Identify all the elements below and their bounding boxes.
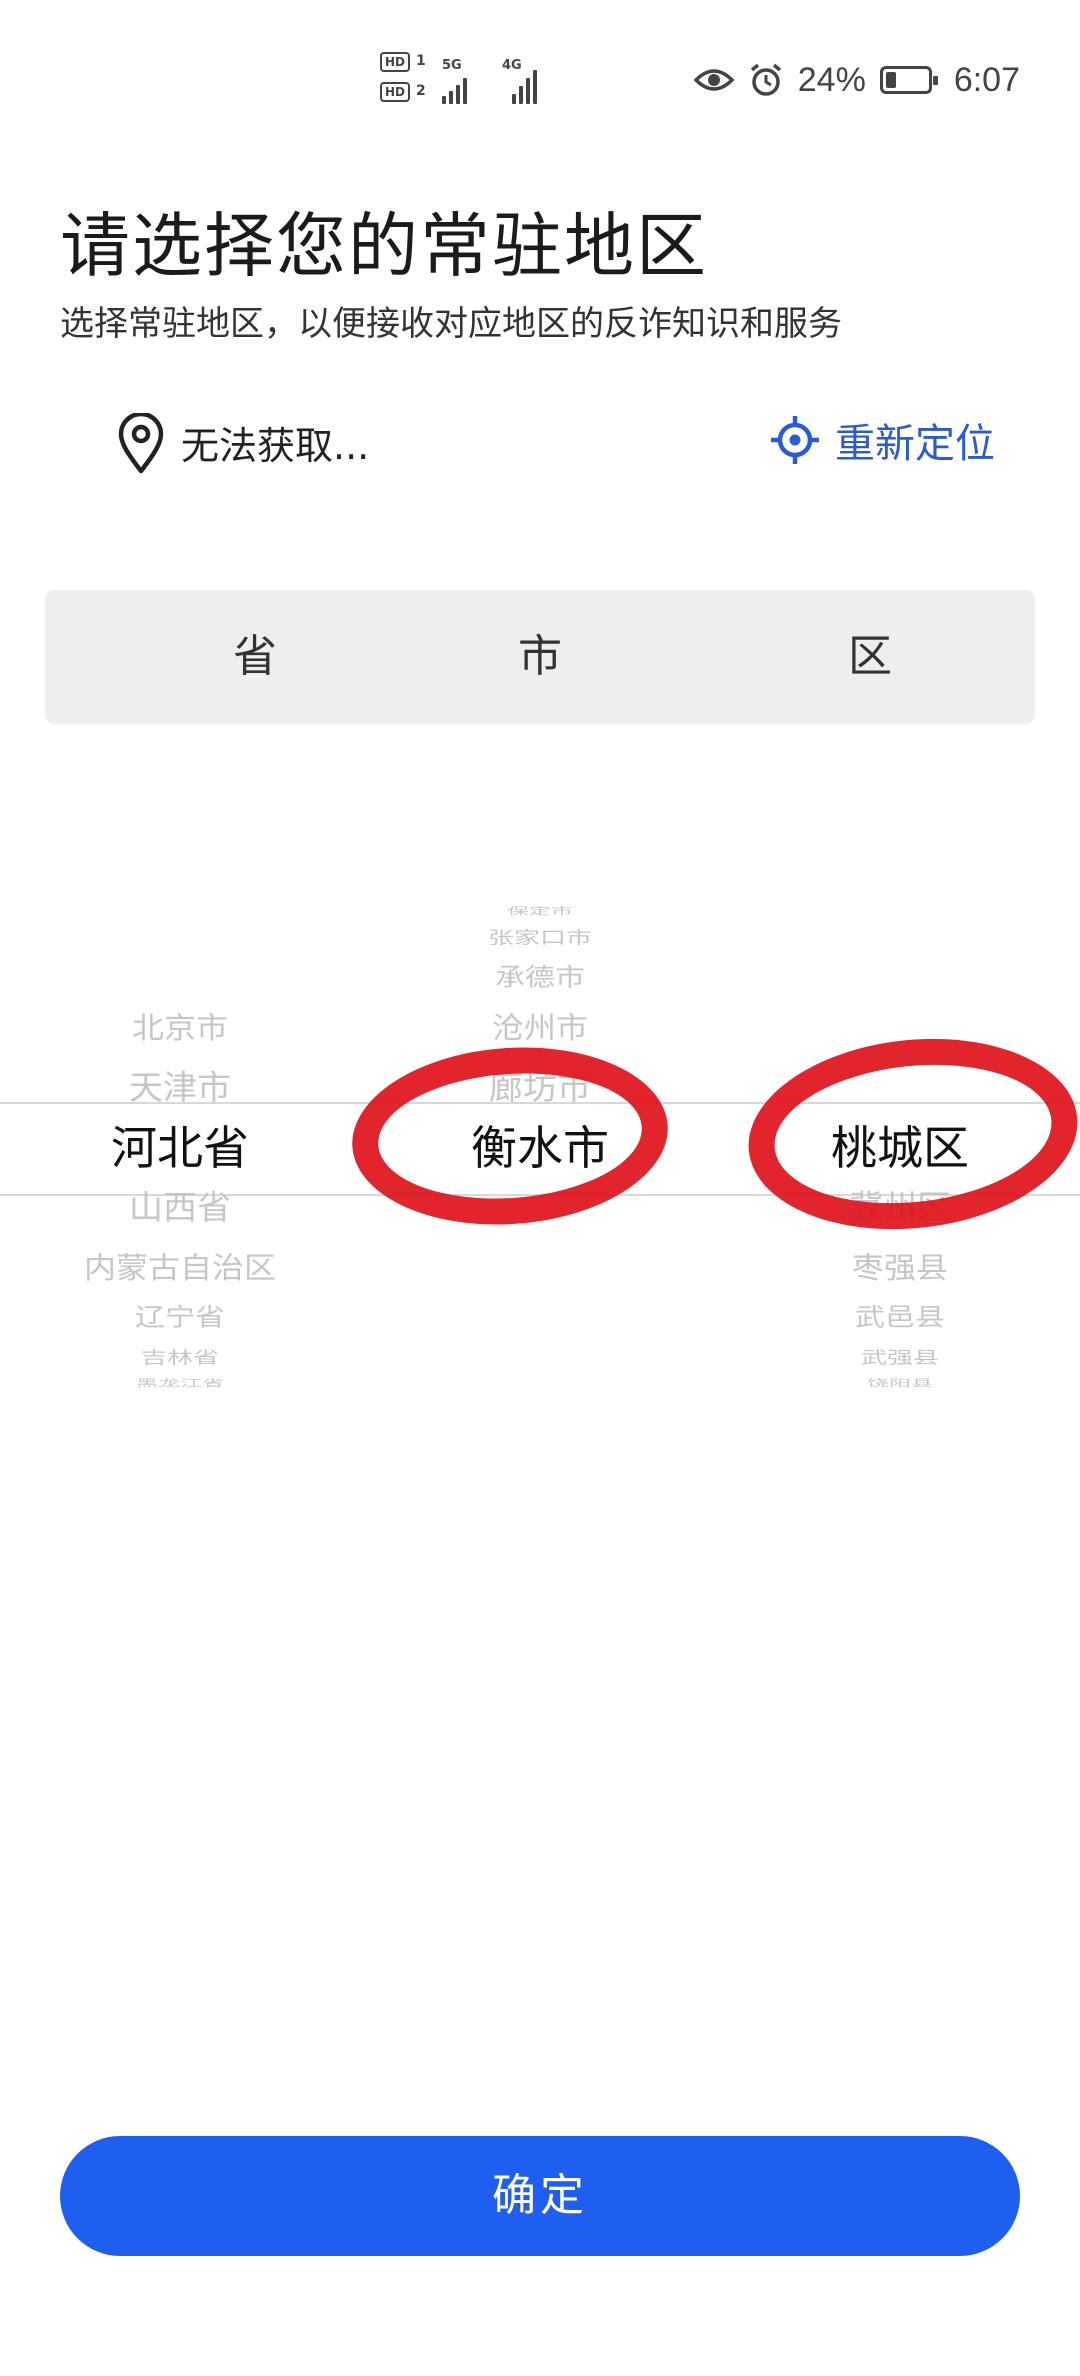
- city-item[interactable]: 承德市: [360, 965, 720, 991]
- sim2-hd-badge: HD: [380, 82, 410, 102]
- province-item[interactable]: 辽宁省: [0, 1305, 360, 1331]
- location-pin-icon: [118, 413, 164, 474]
- district-item[interactable]: 枣强县: [720, 1253, 1080, 1282]
- province-item[interactable]: 黑龙江省: [0, 1379, 360, 1389]
- location-status: 无法获取...: [181, 424, 370, 468]
- relocate-button[interactable]: 重新定位: [769, 405, 995, 475]
- province-item[interactable]: 北京市: [0, 1013, 360, 1042]
- province-wheel[interactable]: 河北省 北京市天津市山西省内蒙古自治区 辽宁省吉林省黑龙江省: [0, 790, 360, 1500]
- sim-status: HD 1 HD 2 5G 4G: [380, 52, 560, 108]
- clock: 6:07: [953, 60, 1020, 99]
- district-item[interactable]: 武邑县: [720, 1305, 1080, 1331]
- signal1-icon: [442, 78, 467, 104]
- city-item[interactable]: 保定市: [360, 907, 720, 917]
- page-title: 请选择您的常驻地区: [60, 205, 708, 287]
- alarm-icon: [750, 63, 781, 96]
- battery-icon: [879, 66, 938, 94]
- district-item[interactable]: 饶阳县: [720, 1379, 1080, 1389]
- picker-header: 省 市 区: [45, 590, 1035, 724]
- page-subtitle: 选择常驻地区，以便接收对应地区的反诈知识和服务: [60, 304, 842, 344]
- eye-icon: [693, 69, 734, 91]
- locate-crosshair-icon: [771, 416, 819, 464]
- province-item[interactable]: 山西省: [0, 1191, 360, 1224]
- header-province: 省: [233, 631, 277, 682]
- city-item[interactable]: 张家口市: [360, 929, 720, 946]
- province-selected-item[interactable]: 河北省: [0, 1125, 360, 1171]
- province-item[interactable]: 吉林省: [0, 1349, 360, 1366]
- battery-level-fill: [885, 72, 896, 88]
- relocate-label: 重新定位: [835, 421, 995, 467]
- confirm-button[interactable]: 确定: [60, 2136, 1020, 2256]
- district-item[interactable]: 武强县: [720, 1349, 1080, 1366]
- province-item[interactable]: 内蒙古自治区: [0, 1253, 360, 1282]
- network1-label: 5G: [442, 58, 462, 73]
- province-item[interactable]: 天津市: [0, 1071, 360, 1104]
- location-row: 无法获取... 重新定位: [115, 405, 995, 475]
- header-district: 区: [848, 631, 892, 682]
- sim2-index: 2: [416, 83, 426, 99]
- battery-percent: 24%: [797, 60, 866, 99]
- sim1-hd-badge: HD: [380, 52, 410, 72]
- sim1-index: 1: [416, 53, 426, 69]
- signal2-icon: [512, 64, 537, 104]
- status-bar: HD 1 HD 2 5G 4G 24% 6:07: [0, 0, 1080, 150]
- header-city: 市: [518, 631, 562, 682]
- city-item[interactable]: 沧州市: [360, 1013, 720, 1042]
